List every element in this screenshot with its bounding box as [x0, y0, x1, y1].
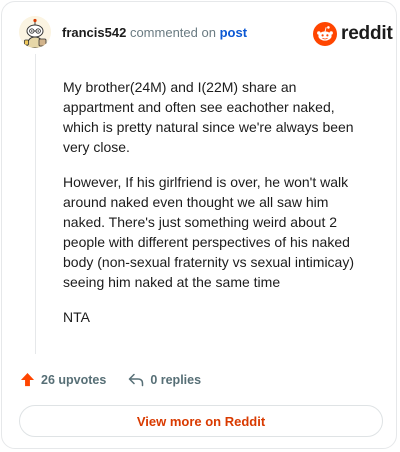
username-link[interactable]: francis542: [62, 25, 126, 40]
comment-body: My brother(24M) and I(22M) share an appa…: [63, 77, 368, 342]
comment-paragraph: However, If his girlfriend is over, he w…: [63, 174, 355, 290]
comment-paragraph: NTA: [63, 309, 90, 325]
comment-header: francis542 commented on post: [62, 25, 247, 41]
comment-actions: 26 upvotes 0 replies: [20, 372, 201, 387]
reddit-logo[interactable]: reddit: [313, 22, 393, 46]
reddit-snoo-icon: [313, 22, 337, 46]
reply-button[interactable]: 0 replies: [128, 373, 201, 387]
post-link[interactable]: post: [220, 25, 247, 40]
upvote-count: 26 upvotes: [41, 372, 107, 387]
comment-paragraph: My brother(24M) and I(22M) share an appa…: [63, 79, 354, 155]
commented-on-text: commented on: [129, 25, 216, 40]
comment-card: francis542 commented on post reddit My b…: [1, 1, 397, 449]
reply-count: 0 replies: [150, 372, 202, 387]
view-more-button[interactable]: View more on Reddit: [19, 405, 383, 437]
reddit-wordmark: reddit: [341, 23, 393, 44]
avatar-illustration-icon: [19, 16, 51, 48]
upvote-button[interactable]: 26 upvotes: [20, 372, 106, 387]
upvote-arrow-icon: [20, 372, 35, 387]
thread-line: [35, 54, 36, 354]
reply-arrow-icon: [129, 373, 144, 386]
user-avatar[interactable]: [19, 16, 51, 48]
